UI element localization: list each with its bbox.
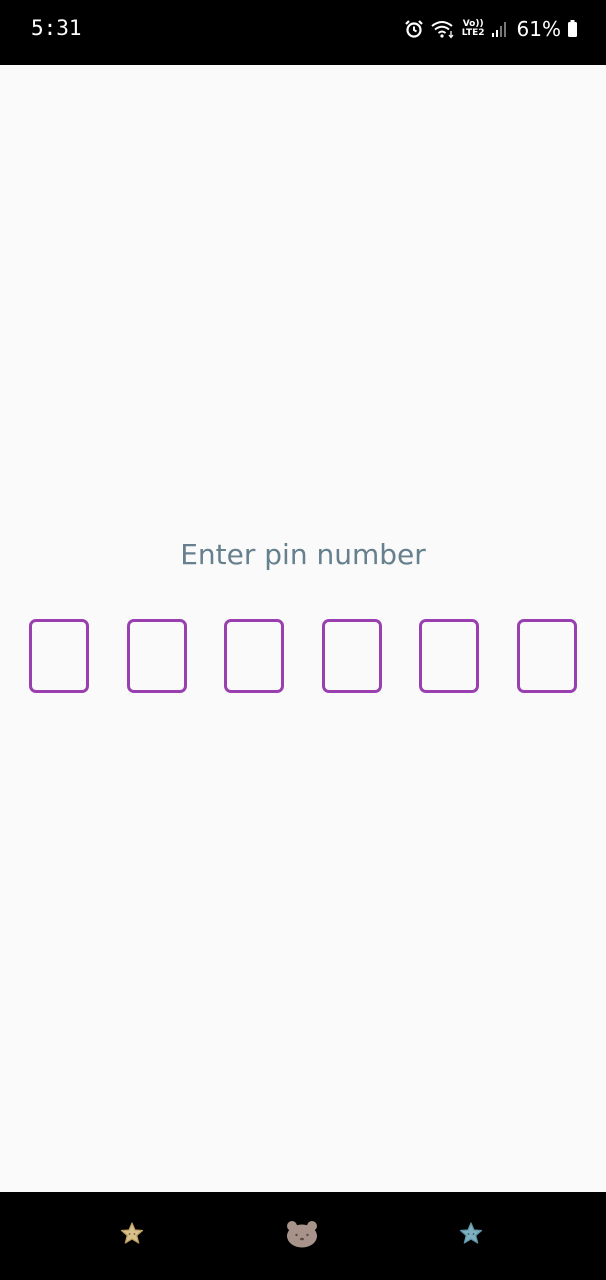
pin-digit-5[interactable] xyxy=(419,619,479,693)
recent-apps-button[interactable] xyxy=(112,1216,152,1256)
status-icons: Vo)) LTE2 61% xyxy=(404,14,578,44)
pin-digit-4[interactable] xyxy=(322,619,382,693)
pin-screen: Enter pin number xyxy=(0,65,606,1192)
pin-prompt: Enter pin number xyxy=(180,538,426,571)
pin-input-row xyxy=(29,619,577,693)
wifi-icon xyxy=(430,19,456,39)
pin-digit-1[interactable] xyxy=(29,619,89,693)
signal-icon xyxy=(491,20,507,38)
star-right-icon xyxy=(457,1220,485,1253)
alarm-icon xyxy=(404,19,424,39)
pin-digit-2[interactable] xyxy=(127,619,187,693)
bear-face-icon xyxy=(284,1219,320,1254)
status-bar: 5:31 Vo)) LTE2 61% xyxy=(0,0,606,65)
battery-icon xyxy=(567,19,578,39)
home-button[interactable] xyxy=(282,1216,322,1256)
battery-percent: 61% xyxy=(516,17,561,41)
status-time: 5:31 xyxy=(31,16,82,40)
pin-digit-6[interactable] xyxy=(517,619,577,693)
star-left-icon xyxy=(118,1220,146,1253)
navigation-bar xyxy=(0,1192,606,1280)
lte-label: LTE2 xyxy=(461,28,485,38)
back-button[interactable] xyxy=(451,1216,491,1256)
volte-icon: Vo)) LTE2 xyxy=(462,20,485,38)
pin-digit-3[interactable] xyxy=(224,619,284,693)
